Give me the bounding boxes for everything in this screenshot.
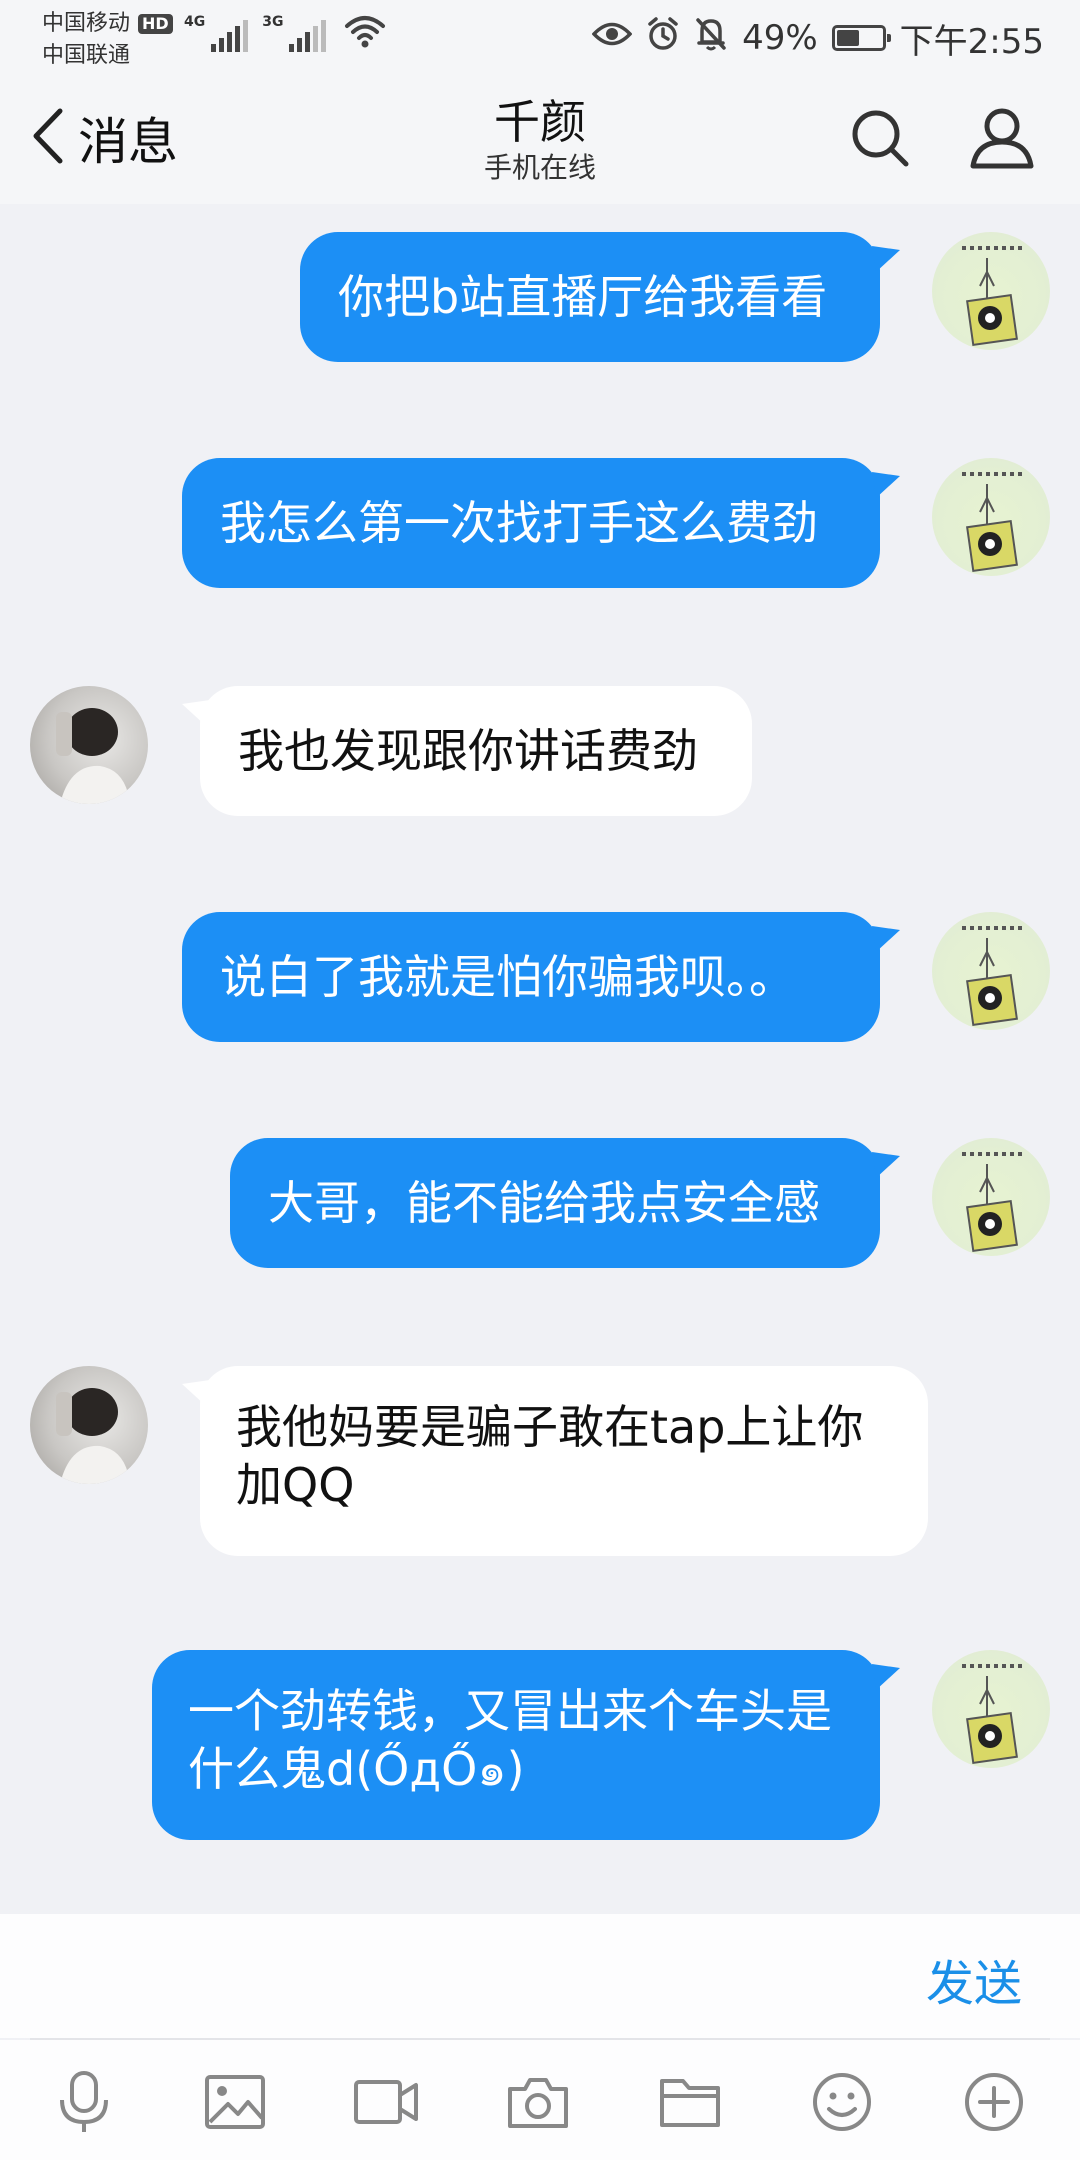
plus-icon: [963, 2071, 1025, 2137]
message-bubble-outgoing[interactable]: 你把b站直播厅给我看看: [300, 232, 880, 362]
bubble-tail: [872, 1152, 900, 1178]
signal-2-icon: [289, 18, 327, 52]
bubble-tail: [872, 1664, 900, 1690]
voice-button[interactable]: [48, 2068, 120, 2140]
message-bubble-incoming[interactable]: 我也发现跟你讲话费劲: [200, 686, 752, 816]
bubble-tail: [872, 472, 900, 498]
network-type-1: 4G: [184, 14, 206, 30]
message-text: 一个劲转钱，又冒出来个车头是什么鬼d(ŐдŐ๑): [188, 1684, 832, 1796]
video-button[interactable]: [350, 2068, 422, 2140]
emoji-button[interactable]: [806, 2068, 878, 2140]
camera-button[interactable]: [502, 2068, 574, 2140]
emoji-icon: [811, 2071, 873, 2137]
message-bubble-outgoing[interactable]: 一个劲转钱，又冒出来个车头是什么鬼d(ŐдŐ๑): [152, 1650, 880, 1840]
status-bar: 中国移动 HD 中国联通 4G 3G 49% 下午2:55: [0, 0, 1080, 76]
hd-badge: HD: [138, 14, 173, 34]
file-button[interactable]: [654, 2068, 726, 2140]
status-right-group: 49% 下午2:55: [591, 10, 1044, 66]
video-icon: [353, 2077, 419, 2131]
camera-icon: [507, 2075, 569, 2133]
message-text: 大哥，能不能给我点安全感: [268, 1176, 820, 1230]
mute-notification-icon: [694, 16, 728, 61]
eye-comfort-icon: [591, 18, 633, 58]
message-text: 我怎么第一次找打手这么费劲: [220, 496, 818, 550]
network-type-2: 3G: [262, 14, 284, 30]
clock: 下午2:55: [899, 21, 1044, 62]
message-text: 我他妈要是骗子敢在tap上让你加QQ: [236, 1400, 864, 1512]
self-avatar[interactable]: [932, 1650, 1050, 1768]
message-text: 你把b站直播厅给我看看: [338, 270, 828, 324]
folder-icon: [659, 2076, 721, 2132]
search-button[interactable]: [840, 100, 920, 180]
message-text: 说白了我就是怕你骗我呗。。: [220, 950, 795, 1004]
self-avatar[interactable]: [932, 458, 1050, 576]
battery-percent: 49%: [742, 18, 818, 58]
microphone-icon: [56, 2070, 112, 2138]
send-button[interactable]: 发送: [926, 1944, 1022, 2014]
chat-header: 消息 千颜 手机在线: [0, 76, 1080, 204]
self-avatar[interactable]: [932, 232, 1050, 350]
contact-avatar[interactable]: [30, 686, 148, 804]
message-bubble-incoming[interactable]: 我他妈要是骗子敢在tap上让你加QQ: [200, 1366, 928, 1556]
battery-icon: [831, 25, 891, 51]
bubble-tail: [182, 1380, 210, 1406]
bubble-tail: [872, 246, 900, 272]
profile-button[interactable]: [962, 100, 1042, 180]
message-input-bar: 发送: [0, 1914, 1080, 2038]
wifi-icon: [344, 14, 386, 52]
carrier-2-label: 中国联通: [42, 43, 131, 68]
attachment-toolbar: [0, 2040, 1080, 2160]
chat-scroll-area[interactable]: 你把b站直播厅给我看看 我怎么第一次找打手这么费劲 我也发现跟你讲话费劲 说白了…: [0, 204, 1080, 1914]
message-input[interactable]: [30, 1934, 914, 2020]
network-signal-group: 4G 3G: [184, 14, 386, 52]
search-icon: [849, 107, 911, 173]
image-icon: [204, 2074, 266, 2134]
message-bubble-outgoing[interactable]: 我怎么第一次找打手这么费劲: [182, 458, 880, 588]
carrier-info: 中国移动 HD 中国联通: [42, 8, 173, 72]
contact-avatar[interactable]: [30, 1366, 148, 1484]
message-bubble-outgoing[interactable]: 说白了我就是怕你骗我呗。。: [182, 912, 880, 1042]
self-avatar[interactable]: [932, 912, 1050, 1030]
message-bubble-outgoing[interactable]: 大哥，能不能给我点安全感: [230, 1138, 880, 1268]
battery-level-fill: [836, 30, 859, 46]
message-text: 我也发现跟你讲话费劲: [238, 724, 698, 778]
image-button[interactable]: [199, 2068, 271, 2140]
profile-icon: [969, 106, 1035, 174]
signal-1-icon: [211, 18, 249, 52]
bubble-tail: [182, 700, 210, 726]
bubble-tail: [872, 926, 900, 952]
self-avatar[interactable]: [932, 1138, 1050, 1256]
carrier-1-label: 中国移动: [42, 11, 131, 36]
alarm-icon: [646, 16, 680, 60]
more-button[interactable]: [958, 2068, 1030, 2140]
